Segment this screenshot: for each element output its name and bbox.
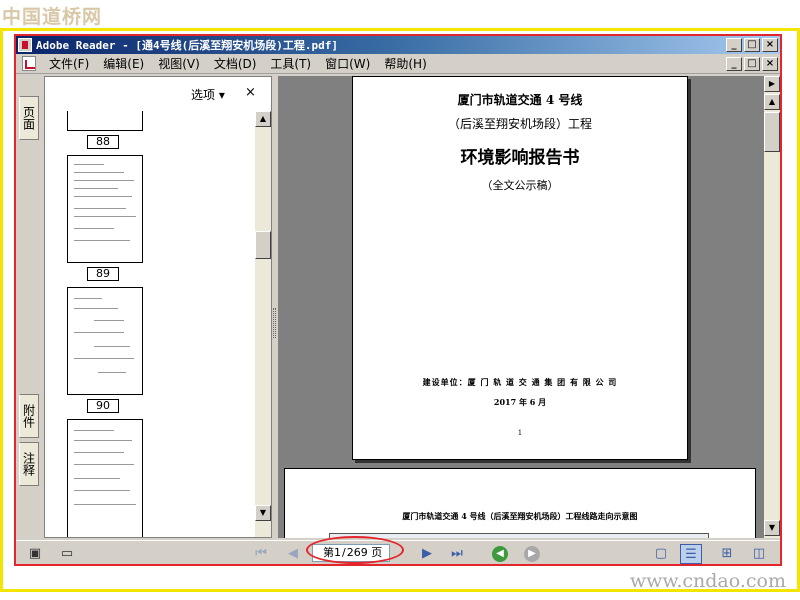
watermark-bottom: www.cndao.com — [629, 570, 786, 592]
doc-close-button[interactable]: × — [762, 57, 778, 71]
scroll-up-icon[interactable]: ▲ — [255, 111, 271, 127]
doc-minimize-button[interactable]: _ — [726, 57, 742, 71]
tab-attachments[interactable]: 附件 — [19, 394, 39, 438]
menu-file[interactable]: 文件(F) — [42, 55, 96, 72]
page-setup-icon[interactable]: ▭ — [58, 545, 76, 563]
close-button[interactable]: × — [762, 38, 778, 52]
scroll-up-icon[interactable]: ▲ — [764, 94, 780, 110]
page-thumbnail[interactable] — [67, 155, 143, 263]
monitor-icon[interactable]: ▣ — [26, 545, 44, 563]
page-footer-number: 1 — [517, 429, 523, 437]
page-builder: 建设单位：厦 门 轨 道 交 通 集 团 有 限 公 司 — [422, 377, 618, 387]
thumbnail-scrollbar[interactable]: ▲ ▼ — [255, 111, 271, 537]
page-count-highlight — [306, 536, 404, 564]
single-page-icon[interactable]: ▢ — [650, 544, 672, 564]
document-scrollbar[interactable]: ▶ ▲ ▼ — [764, 76, 780, 538]
tab-pages[interactable]: 页面 — [19, 96, 39, 140]
page-thumbnail[interactable] — [67, 287, 143, 395]
menu-window[interactable]: 窗口(W) — [318, 55, 377, 72]
scroll-down-icon[interactable]: ▼ — [255, 505, 271, 521]
facing-page-icon[interactable]: ◫ — [748, 544, 770, 564]
go-forward-icon[interactable]: ▶ — [524, 546, 540, 562]
tab-comments[interactable]: 注释 — [19, 442, 39, 486]
window-title: Adobe Reader - [通4号线(后溪至翔安机场段)工程.pdf] — [36, 39, 338, 52]
page-thumbnail[interactable] — [67, 419, 143, 537]
scroll-down-icon[interactable]: ▼ — [764, 520, 780, 536]
document-view[interactable]: 厦门市轨道交通 4 号线 （后溪至翔安机场段）工程 环境影响报告书 （全文公示稿… — [278, 76, 764, 538]
thumbnail-panel: 选项 ▾ × 88 89 90 ▲ ▼ — [44, 76, 272, 538]
restore-button[interactable]: □ — [744, 38, 760, 52]
menu-tools[interactable]: 工具(T) — [263, 55, 318, 72]
continuous-facing-icon[interactable]: ⊞ — [716, 544, 738, 564]
menu-edit[interactable]: 编辑(E) — [96, 55, 151, 72]
options-menu[interactable]: 选项 ▾ — [191, 86, 225, 103]
watermark-top: 中国道桥网 — [2, 6, 103, 28]
menu-document[interactable]: 文档(D) — [207, 55, 264, 72]
scrollbar-thumb[interactable] — [255, 231, 271, 259]
page2-title: 厦门市轨道交通 4 号线（后溪至翔安机场段）工程线路走向示意图 — [402, 511, 638, 521]
scroll-right-icon[interactable]: ▶ — [764, 76, 780, 92]
document-page: 厦门市轨道交通 4 号线 （后溪至翔安机场段）工程 环境影响报告书 （全文公示稿… — [352, 76, 688, 460]
chevron-down-icon: ▾ — [218, 88, 225, 102]
page-subtitle: （全文公示稿） — [481, 179, 559, 192]
menu-help[interactable]: 帮助(H) — [377, 55, 433, 72]
side-tab-bar: 页面 附件 注释 — [16, 76, 42, 538]
page-number-label: 89 — [87, 267, 119, 281]
panel-close-icon[interactable]: × — [245, 85, 256, 100]
next-page-icon[interactable]: ▶ — [418, 545, 436, 563]
thumbnail-list: 88 89 90 — [45, 111, 255, 537]
document-page: 厦门市轨道交通 4 号线（后溪至翔安机场段）工程线路走向示意图 — [284, 468, 756, 538]
menu-bar: 文件(F) 编辑(E) 视图(V) 文档(D) 工具(T) 窗口(W) 帮助(H… — [16, 54, 780, 74]
first-page-icon[interactable]: ⏮ — [252, 545, 270, 563]
doc-restore-button[interactable]: □ — [744, 57, 760, 71]
page-title: 环境影响报告书 — [460, 148, 580, 168]
document-window-controls: _ □ × — [726, 57, 778, 71]
page-number-label: 88 — [87, 135, 119, 149]
go-back-icon[interactable]: ◀ — [492, 546, 508, 562]
adobe-reader-icon — [18, 38, 32, 52]
route-map-image — [329, 533, 709, 538]
page-heading-line2: （后溪至翔安机场段）工程 — [447, 117, 592, 131]
page-number-label: 90 — [87, 399, 119, 413]
last-page-icon[interactable]: ⏭ — [448, 545, 466, 563]
document-icon[interactable] — [22, 56, 36, 71]
window-controls: _ □ × — [726, 38, 778, 52]
continuous-page-icon[interactable]: ☰ — [680, 544, 702, 564]
page-date: 2017 年 6 月 — [493, 397, 547, 407]
title-bar: Adobe Reader - [通4号线(后溪至翔安机场段)工程.pdf] _ … — [16, 36, 780, 54]
reader-window: Adobe Reader - [通4号线(后溪至翔安机场段)工程.pdf] _ … — [14, 34, 782, 566]
menu-view[interactable]: 视图(V) — [151, 55, 207, 72]
page-thumbnail[interactable] — [67, 111, 143, 131]
thumbnail-header: 选项 ▾ × — [45, 77, 271, 111]
scrollbar-thumb[interactable] — [764, 112, 780, 152]
prev-page-icon[interactable]: ◀ — [284, 545, 302, 563]
page-heading-line1: 厦门市轨道交通 4 号线 — [457, 93, 583, 107]
minimize-button[interactable]: _ — [726, 38, 742, 52]
